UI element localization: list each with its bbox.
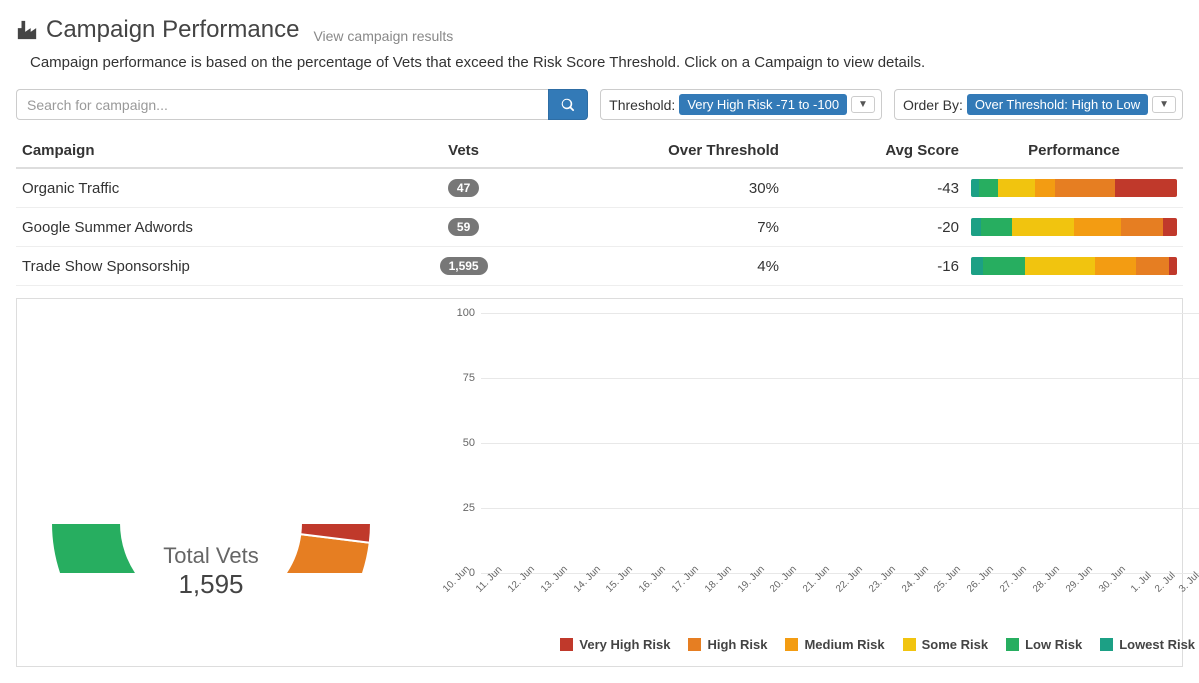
col-perf[interactable]: Performance	[965, 134, 1183, 168]
orderby-label: Order By:	[901, 97, 967, 113]
factory-icon	[16, 19, 38, 41]
legend-label: Some Risk	[922, 637, 988, 652]
legend-item[interactable]: Medium Risk	[785, 637, 884, 652]
legend-label: Medium Risk	[804, 637, 884, 652]
legend-swatch	[903, 638, 916, 651]
over-threshold: 7%	[527, 208, 785, 247]
campaign-name: Organic Traffic	[16, 168, 401, 208]
performance-bar	[971, 257, 1177, 275]
y-tick: 100	[457, 307, 475, 319]
legend-item[interactable]: Low Risk	[1006, 637, 1082, 652]
donut-slice[interactable]	[51, 523, 140, 573]
stacked-bar-chart: 0255075100 10. Jun11. Jun12. Jun13. Jun1…	[401, 313, 1199, 652]
orderby-value: Over Threshold: High to Low	[967, 94, 1148, 115]
table-row[interactable]: Organic Traffic 47 30%-43	[16, 168, 1183, 208]
y-tick: 25	[463, 502, 475, 514]
campaign-name: Trade Show Sponsorship	[16, 247, 401, 286]
page-subtitle: View campaign results	[313, 28, 453, 44]
avg-score: -43	[785, 168, 965, 208]
search-group	[16, 89, 588, 120]
search-icon	[561, 98, 575, 112]
chevron-down-icon[interactable]: ▼	[851, 96, 875, 113]
threshold-label: Threshold:	[607, 97, 679, 113]
vets-badge: 59	[448, 218, 479, 236]
avg-score: -16	[785, 247, 965, 286]
donut-total-label: Total Vets	[163, 543, 258, 569]
col-over[interactable]: Over Threshold	[527, 134, 785, 168]
campaign-name: Google Summer Adwords	[16, 208, 401, 247]
legend-label: High Risk	[707, 637, 767, 652]
donut-chart: Total Vets 1,595	[31, 313, 391, 652]
avg-score: -20	[785, 208, 965, 247]
col-campaign[interactable]: Campaign	[16, 134, 401, 168]
legend-label: Lowest Risk	[1119, 637, 1195, 652]
gridline	[481, 508, 1199, 509]
performance-bar	[971, 218, 1177, 236]
legend-item[interactable]: Very High Risk	[560, 637, 670, 652]
legend-swatch	[785, 638, 798, 651]
legend-swatch	[1100, 638, 1113, 651]
search-button[interactable]	[548, 89, 588, 120]
threshold-selector[interactable]: Threshold: Very High Risk -71 to -100 ▼	[600, 89, 882, 120]
campaign-table: Campaign Vets Over Threshold Avg Score P…	[16, 134, 1183, 286]
page-title: Campaign Performance	[16, 16, 299, 44]
legend-item[interactable]: Some Risk	[903, 637, 988, 652]
legend-label: Low Risk	[1025, 637, 1082, 652]
legend-item[interactable]: Lowest Risk	[1100, 637, 1195, 652]
table-row[interactable]: Google Summer Adwords 59 7%-20	[16, 208, 1183, 247]
vets-badge: 1,595	[440, 257, 488, 275]
vets-badge: 47	[448, 179, 479, 197]
search-input[interactable]	[16, 89, 548, 120]
legend-item[interactable]: High Risk	[688, 637, 767, 652]
col-vets[interactable]: Vets	[401, 134, 527, 168]
over-threshold: 30%	[527, 168, 785, 208]
gridline	[481, 313, 1199, 314]
threshold-value: Very High Risk -71 to -100	[679, 94, 847, 115]
legend-swatch	[688, 638, 701, 651]
charts-panel: Total Vets 1,595 0255075100 10. Jun11. J…	[16, 298, 1183, 667]
y-tick: 75	[463, 372, 475, 384]
legend-swatch	[560, 638, 573, 651]
col-avg[interactable]: Avg Score	[785, 134, 965, 168]
gridline	[481, 378, 1199, 379]
over-threshold: 4%	[527, 247, 785, 286]
legend-label: Very High Risk	[579, 637, 670, 652]
performance-bar	[971, 179, 1177, 197]
donut-total-value: 1,595	[163, 569, 258, 600]
orderby-selector[interactable]: Order By: Over Threshold: High to Low ▼	[894, 89, 1183, 120]
gridline	[481, 443, 1199, 444]
intro-text: Campaign performance is based on the per…	[30, 54, 1183, 71]
table-row[interactable]: Trade Show Sponsorship 1,595 4%-16	[16, 247, 1183, 286]
y-tick: 50	[463, 437, 475, 449]
legend-swatch	[1006, 638, 1019, 651]
chevron-down-icon[interactable]: ▼	[1152, 96, 1176, 113]
